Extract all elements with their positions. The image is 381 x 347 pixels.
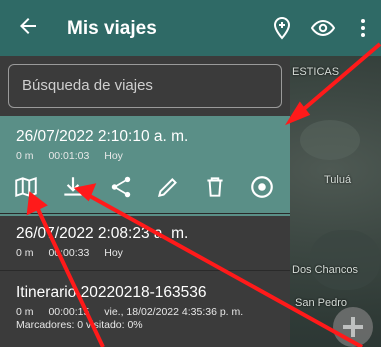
trip-distance: 0 m	[16, 150, 34, 162]
trips-panel: Búsqueda de viajes 26/07/2022 2:10:10 a.…	[0, 56, 290, 347]
map-terrain	[300, 120, 360, 160]
trip-duration: 00:00:15	[48, 306, 90, 318]
more-vert-icon[interactable]	[351, 16, 375, 40]
trip-title: 26/07/2022 2:08:23 a. m.	[16, 225, 189, 242]
back-arrow-icon[interactable]	[16, 14, 40, 38]
map-terrain	[310, 230, 380, 290]
trip-meta: 0 m 00:01:03 Hoy	[16, 150, 135, 162]
trip-duration: 00:01:03	[48, 150, 90, 162]
eye-icon[interactable]	[311, 16, 335, 40]
trip-actions	[0, 174, 290, 214]
trip-date: Hoy	[104, 247, 123, 259]
add-button[interactable]	[333, 307, 373, 347]
trip-title: Itinerario 20220218-163536	[16, 284, 207, 301]
trip-title: 26/07/2022 2:10:10 a. m.	[16, 128, 189, 145]
app-bar: Mis viajes	[0, 0, 381, 56]
map-label: ESTICAS	[292, 66, 340, 78]
trip-date: vie., 18/02/2022 4:35:36 p. m.	[104, 306, 244, 318]
share-icon[interactable]	[108, 174, 134, 200]
trip-markers: Marcadores: 0 visitado: 0%	[16, 319, 143, 331]
download-icon[interactable]	[60, 174, 86, 200]
map-label: Dos Chancos	[292, 264, 359, 276]
location-add-icon[interactable]	[270, 16, 294, 40]
plus-icon	[343, 317, 363, 337]
list-item[interactable]: 26/07/2022 2:08:23 a. m. 0 m 00:00:33 Ho…	[0, 214, 290, 270]
edit-icon[interactable]	[155, 174, 181, 200]
list-item[interactable]: Itinerario 20220218-163536 0 m 00:00:15 …	[0, 271, 290, 347]
trip-date: Hoy	[104, 150, 123, 162]
search-input[interactable]: Búsqueda de viajes	[8, 64, 282, 108]
trip-distance: 0 m	[16, 306, 34, 318]
trip-meta: 0 m 00:00:33 Hoy	[16, 247, 135, 259]
page-title: Mis viajes	[67, 18, 157, 39]
delete-icon[interactable]	[202, 174, 228, 200]
trip-meta: 0 m 00:00:15 vie., 18/02/2022 4:35:36 p.…	[16, 306, 255, 318]
trip-duration: 00:00:33	[48, 247, 90, 259]
trip-distance: 0 m	[16, 247, 34, 259]
map-icon[interactable]	[13, 174, 39, 200]
record-icon[interactable]	[249, 174, 275, 200]
map-label: Tuluá	[324, 174, 352, 186]
